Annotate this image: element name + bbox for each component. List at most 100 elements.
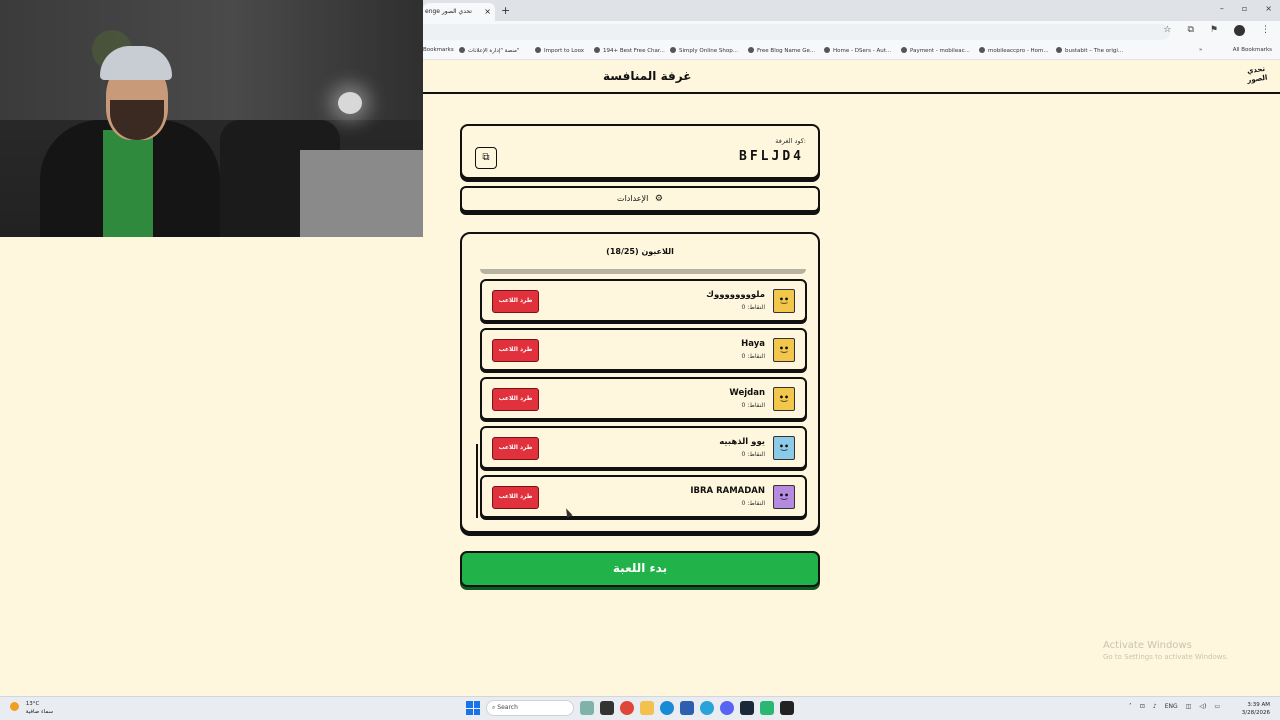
bookmark-item[interactable]: 194+ Best Free Char... [594,47,665,54]
minimize-button[interactable]: – [1220,4,1224,13]
profile-avatar[interactable] [1234,25,1245,36]
player-row: طرد اللاعب ملووووووووك النقاط: 0 •͜• [480,279,807,322]
start-game-button[interactable]: بدء اللعبة [460,551,820,587]
close-window-button[interactable]: × [1265,4,1272,13]
weather-text: 13°C سماء صافية [26,700,53,716]
player-avatar-icon: •͜• [773,485,795,509]
player-name: Haya [741,339,765,349]
bookmark-item[interactable]: mobileaccpro - Hom... [979,47,1049,54]
players-title: اللاعبون (18/25) [606,247,674,256]
widget-icon[interactable] [580,701,594,715]
watermark-title: Activate Windows [1103,640,1192,651]
chrome-profile-icon[interactable] [700,701,714,715]
bookmark-item[interactable]: bustabit – The origi... [1056,47,1123,54]
discord-icon[interactable] [720,701,734,715]
windows-taskbar: 13°C سماء صافية ⌕ Search ˄ ⊡ ♪ ENG ◫ ◁) … [0,696,1280,720]
bookmark-item[interactable]: Import to Loox [535,47,584,54]
globe-icon [901,47,907,53]
copy-icon: ⧉ [482,152,490,163]
tab-title: enge تحدي الصور [425,8,472,15]
player-points: النقاط: 0 [741,353,765,360]
room-code-value: BFLJD4 [739,149,804,164]
bookmark-item[interactable]: Payment - mobileac... [901,47,970,54]
obs-icon[interactable] [780,701,794,715]
menu-icon[interactable]: ⋮ [1261,25,1270,36]
tray-chevron-icon[interactable]: ˄ [1129,703,1132,710]
globe-icon [979,47,985,53]
page-title: غرفة المنافسة [603,69,692,83]
maximize-button[interactable]: ▫ [1242,4,1247,13]
chrome-icon[interactable] [620,701,634,715]
url-input[interactable] [423,24,1170,40]
kick-player-button[interactable]: طرد اللاعب [492,486,539,509]
gear-icon: ⚙ [654,194,663,204]
list-top-edge [480,269,806,274]
kick-player-button[interactable]: طرد اللاعب [492,290,539,313]
player-points: النقاط: 0 [741,451,765,458]
taskbar-apps: ⌕ Search [466,700,794,716]
volume-icon[interactable]: ◁) [1199,703,1206,710]
bookmark-item[interactable]: Free Blog Name Ge... [748,47,815,54]
webcam-person-shirt [103,130,153,237]
kick-player-button[interactable]: طرد اللاعب [492,339,539,362]
globe-icon [1056,47,1062,53]
globe-icon [748,47,754,53]
weather-widget[interactable]: 13°C سماء صافية [10,700,53,716]
language-indicator[interactable]: ENG [1165,703,1178,710]
edge-icon[interactable] [660,701,674,715]
steam-icon[interactable] [740,701,754,715]
windows-start-icon[interactable] [466,701,480,715]
settings-button[interactable]: الإعدادات ⚙ [460,186,820,212]
players-scrollbar[interactable] [476,444,478,518]
player-row: طرد اللاعب Haya النقاط: 0 •͜• [480,328,807,371]
app-logo[interactable]: تحدي الصور [1243,64,1272,89]
extensions-icon[interactable]: ⧉ [1187,25,1193,36]
copy-button[interactable]: ⧉ [475,147,497,169]
bookmark-item[interactable]: Home - DSers - Aut... [824,47,891,54]
room-code-label: كود الغرفة: [775,137,806,145]
webcam-desk [300,150,423,237]
kick-player-button[interactable]: طرد اللاعب [492,388,539,411]
taskbar-clock[interactable]: 3:39 AM 3/28/2026 [1242,701,1270,717]
store-icon[interactable] [680,701,694,715]
app-icon[interactable] [760,701,774,715]
all-bookmarks-button[interactable]: All Bookmarks [1233,47,1272,53]
taskbar-search-input[interactable]: ⌕ Search [486,700,574,716]
temperature: 13°C [25,701,40,707]
battery-icon[interactable]: ▭ [1214,703,1220,710]
globe-icon [535,47,541,53]
player-avatar-icon: •͜• [773,436,795,460]
browser-tab[interactable]: enge تحدي الصور × [423,3,495,21]
settings-label: الإعدادات [617,194,649,203]
new-tab-button[interactable]: + [501,4,510,17]
player-points: النقاط: 0 [741,402,765,409]
player-avatar-icon: •͜• [773,338,795,362]
more-bookmarks-icon[interactable]: » [1199,47,1202,53]
file-explorer-icon[interactable] [640,701,654,715]
player-name: يوو الذهبيه [719,437,765,447]
bookmark-item[interactable]: منصة "إدارة الإعلانات" [459,47,520,54]
globe-icon [594,47,600,53]
room-code-card: كود الغرفة: BFLJD4 ⧉ [460,124,820,179]
toolbar-icons: ☆ ⧉ ⚑ ⋮ [1163,25,1270,36]
bookmark-item[interactable]: Simply Online Shop... [670,47,738,54]
extension-icon[interactable]: ⚑ [1210,25,1218,36]
weather-description: سماء صافية [25,709,54,715]
players-panel: اللاعبون (18/25) طرد اللاعب ملووووووووك … [460,232,820,533]
player-name: IBRA RAMADAN [690,486,765,496]
globe-icon [824,47,830,53]
browser-tab-bar: enge تحدي الصور × + – ▫ × [423,0,1280,21]
bookmarks-bar: Bookmarks منصة "إدارة الإعلانات" Import … [423,43,1280,60]
kick-player-button[interactable]: طرد اللاعب [492,437,539,460]
bookmark-star-icon[interactable]: ☆ [1163,25,1171,36]
app-header: غرفة المنافسة تحدي الصور [423,60,1280,94]
task-view-icon[interactable] [600,701,614,715]
player-avatar-icon: •͜• [773,289,795,313]
tab-close-icon[interactable]: × [484,3,491,21]
network-icon[interactable]: ⊡ [1140,703,1145,710]
watermark-subtitle: Go to Settings to activate Windows. [1103,653,1229,661]
wifi-icon[interactable]: ◫ [1186,703,1192,710]
bookmark-item[interactable]: Bookmarks [423,47,454,53]
microphone-icon[interactable]: ♪ [1153,703,1157,710]
webcam-overlay [0,0,423,237]
